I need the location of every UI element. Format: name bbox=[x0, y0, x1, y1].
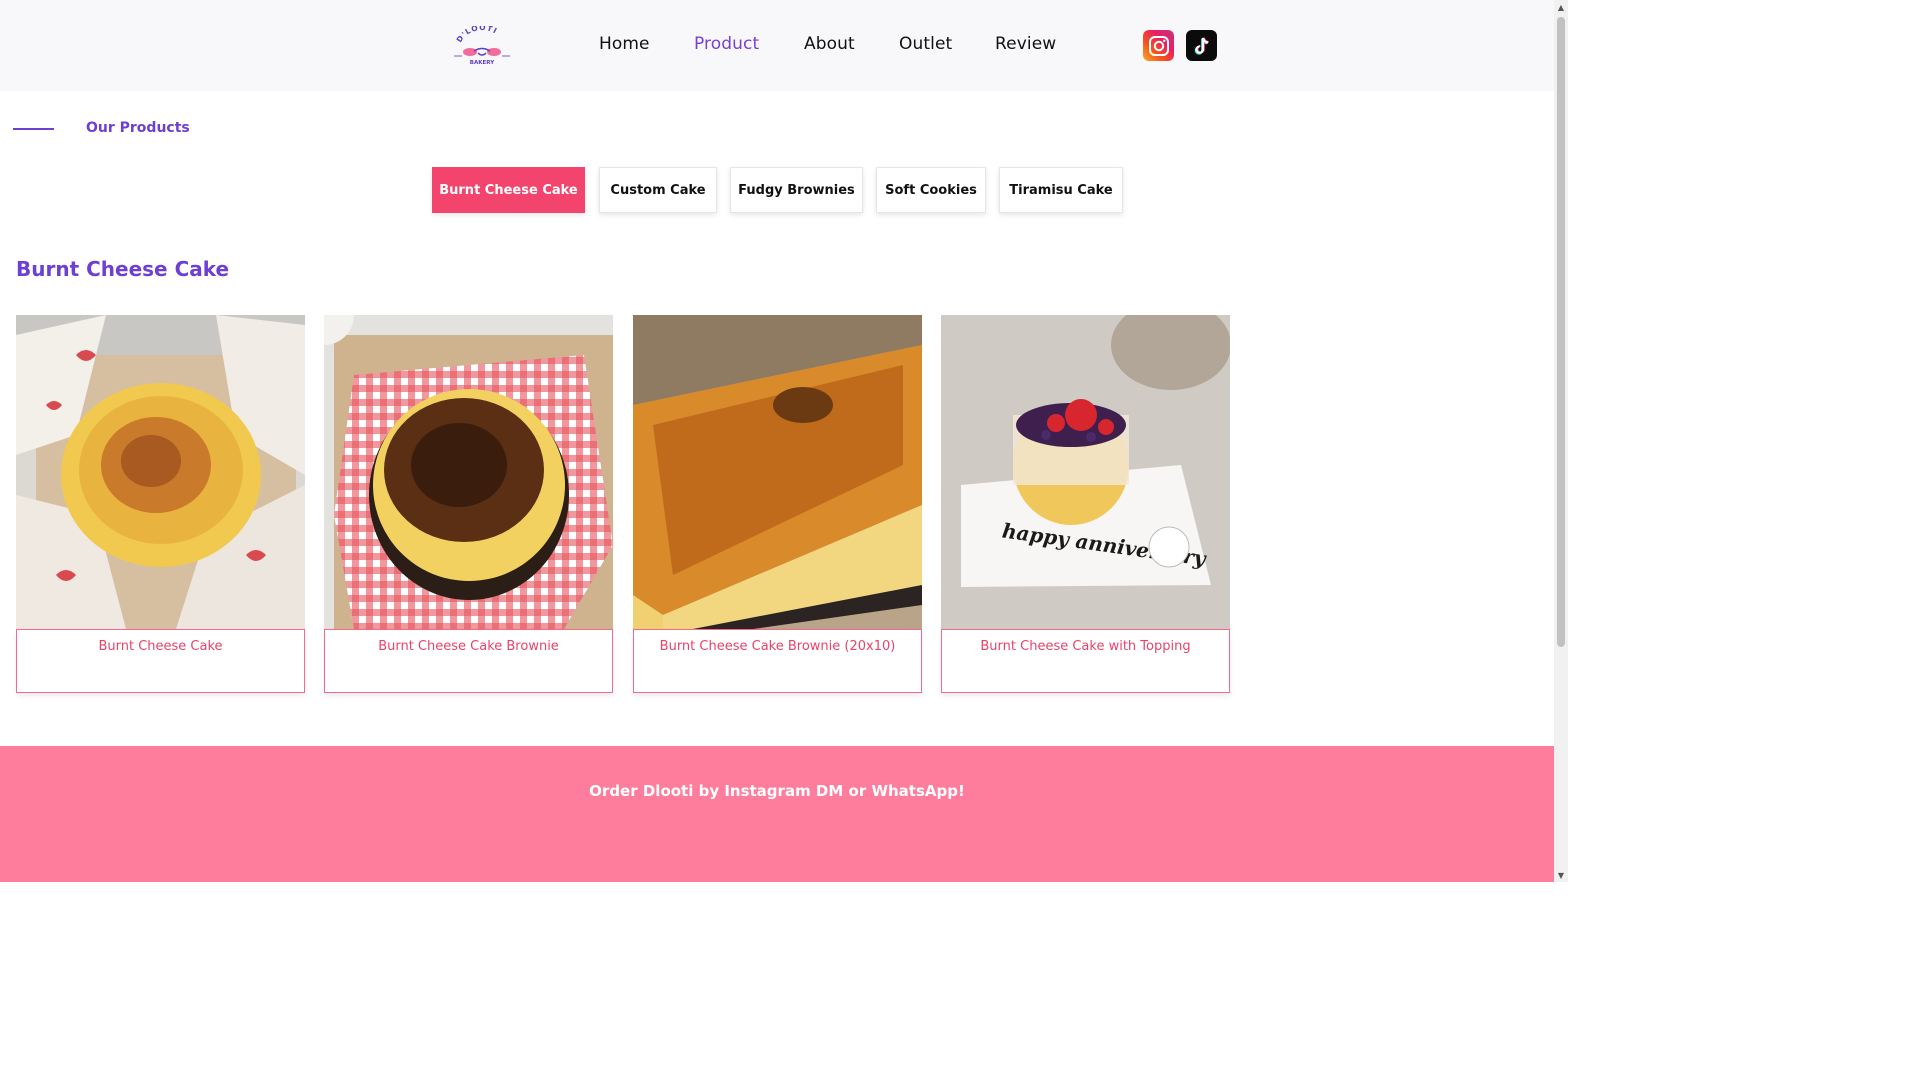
burnt-cheese-cake-photo bbox=[16, 315, 305, 629]
tiktok-icon bbox=[1194, 36, 1209, 55]
svg-text:BAKERY: BAKERY bbox=[470, 60, 495, 66]
scroll-up-arrow-icon[interactable]: ▲ bbox=[1554, 0, 1568, 14]
nav-outlet[interactable]: Outlet bbox=[899, 34, 952, 54]
product-name: Burnt Cheese Cake with Topping bbox=[941, 629, 1230, 693]
product-name: Burnt Cheese Cake Brownie (20x10) bbox=[633, 629, 922, 693]
tab-soft-cookies[interactable]: Soft Cookies bbox=[876, 167, 986, 213]
nav-review[interactable]: Review bbox=[995, 34, 1056, 54]
footer-order-text: Order Dlooti by Instagram DM or WhatsApp… bbox=[589, 782, 965, 800]
section-label: Our Products bbox=[86, 120, 190, 136]
burnt-cheese-cake-brownie-20x10-photo bbox=[633, 315, 922, 629]
section-divider-line bbox=[13, 128, 54, 130]
tab-burnt-cheese-cake[interactable]: Burnt Cheese Cake bbox=[432, 167, 585, 213]
category-title: Burnt Cheese Cake bbox=[16, 257, 230, 281]
product-card[interactable]: Burnt Cheese Cake Brownie (20x10) bbox=[633, 315, 922, 693]
tab-tiramisu-cake[interactable]: Tiramisu Cake bbox=[999, 167, 1123, 213]
nav-product[interactable]: Product bbox=[694, 34, 759, 54]
tab-custom-cake[interactable]: Custom Cake bbox=[599, 167, 717, 213]
product-card[interactable]: happy anniversary Burnt Cheese Cake with… bbox=[941, 315, 1230, 693]
burnt-cheese-cake-with-topping-photo: happy anniversary bbox=[941, 315, 1230, 629]
tab-fudgy-brownies[interactable]: Fudgy Brownies bbox=[730, 167, 863, 213]
product-name: Burnt Cheese Cake Brownie bbox=[324, 629, 613, 693]
nav-home[interactable]: Home bbox=[599, 34, 650, 54]
instagram-icon bbox=[1148, 35, 1169, 56]
burnt-cheese-cake-brownie-photo bbox=[324, 315, 613, 629]
product-name: Burnt Cheese Cake bbox=[16, 629, 305, 693]
product-card[interactable]: Burnt Cheese Cake bbox=[16, 315, 305, 693]
nav-about[interactable]: About bbox=[804, 34, 855, 54]
scrollbar-thumb[interactable] bbox=[1557, 17, 1565, 647]
svg-text:D'LOOTI: D'LOOTI bbox=[455, 26, 500, 44]
page: D'LOOTI BAKERY Home Product About Outlet… bbox=[0, 0, 1554, 882]
dlooti-bakery-logo[interactable]: D'LOOTI BAKERY bbox=[448, 23, 516, 68]
vertical-scrollbar[interactable]: ▲ ▼ bbox=[1554, 0, 1568, 882]
scroll-down-arrow-icon[interactable]: ▼ bbox=[1554, 868, 1568, 882]
product-card[interactable]: Burnt Cheese Cake Brownie bbox=[324, 315, 613, 693]
footer: Order Dlooti by Instagram DM or WhatsApp… bbox=[0, 746, 1554, 882]
tiktok-link[interactable] bbox=[1186, 30, 1217, 61]
instagram-link[interactable] bbox=[1143, 30, 1174, 61]
header: D'LOOTI BAKERY Home Product About Outlet… bbox=[0, 0, 1554, 91]
